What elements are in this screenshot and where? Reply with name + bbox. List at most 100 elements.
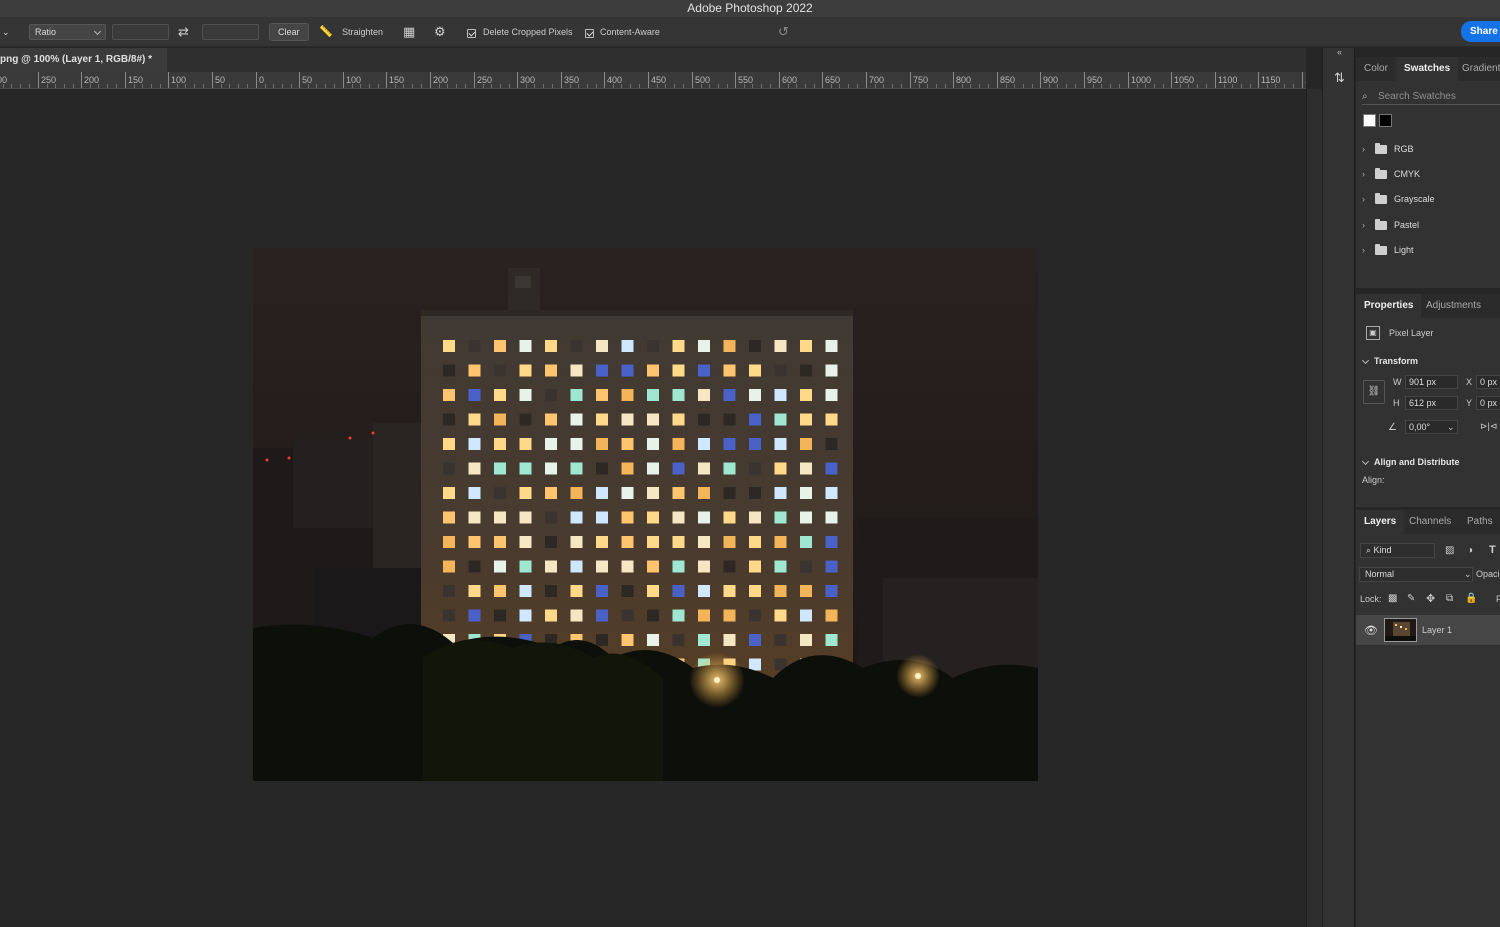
lock-artboard-icon[interactable]: ⧉: [1446, 593, 1453, 604]
recent-swatch-black[interactable]: [1379, 114, 1392, 127]
ratio-height-input[interactable]: [202, 24, 259, 40]
ruler-minor-tick: [1188, 84, 1189, 88]
building-window: [468, 413, 481, 426]
horizontal-ruler[interactable]: 0025020015010050050100150200250300350400…: [0, 72, 1306, 89]
filter-pixel-icon[interactable]: ▨: [1445, 545, 1454, 556]
building-window: [621, 438, 634, 450]
building-window: [698, 487, 710, 499]
ruler-minor-tick: [875, 84, 876, 88]
link-dimensions-icon[interactable]: ⛓: [1363, 380, 1385, 404]
tab-adjustments[interactable]: Adjustments: [1418, 294, 1489, 318]
layer-row[interactable]: 👁 Layer 1: [1356, 615, 1500, 645]
building-window: [825, 462, 838, 475]
tab-channels[interactable]: Channels: [1401, 510, 1459, 534]
angle-dropdown-chevron-icon[interactable]: ⌄: [1447, 422, 1455, 433]
height-field[interactable]: 612 px: [1405, 396, 1458, 410]
building-window: [596, 462, 608, 475]
tab-gradient[interactable]: Gradient: [1454, 57, 1500, 81]
building-window: [596, 413, 608, 426]
y-field[interactable]: 0 px: [1476, 396, 1500, 410]
building-window: [749, 634, 761, 646]
fill-label: F: [1496, 594, 1500, 604]
ruler-minor-tick: [1275, 84, 1276, 88]
ruler-minor-tick: [596, 84, 597, 88]
lock-position-move-icon[interactable]: ✥: [1426, 592, 1435, 605]
delete-cropped-pixels-checkbox[interactable]: [467, 29, 476, 38]
building-window: [698, 462, 710, 475]
ruler-minor-tick: [229, 84, 230, 88]
building-window: [774, 560, 787, 573]
building-window: [647, 609, 659, 622]
collapse-panels-icon[interactable]: «: [1323, 48, 1356, 57]
tab-paths[interactable]: Paths: [1459, 510, 1500, 534]
straighten-icon[interactable]: 📏: [319, 24, 333, 40]
layer-filter-kind-dropdown[interactable]: ⌕ Kind: [1360, 543, 1435, 558]
folder-icon: [1375, 219, 1387, 230]
swap-ratio-icon[interactable]: ⇄: [178, 24, 189, 40]
building-window: [774, 413, 787, 426]
tool-preset-chevron-icon[interactable]: ⌄: [2, 24, 10, 40]
building-window: [698, 634, 710, 646]
ruler-minor-tick: [3, 84, 4, 88]
lock-transparent-icon[interactable]: ▩: [1388, 593, 1397, 604]
layer-name[interactable]: Layer 1: [1422, 625, 1452, 635]
swatch-group-label: CMYK: [1394, 169, 1421, 179]
swatch-search-input[interactable]: ⌕ Search Swatches: [1362, 89, 1500, 105]
overlay-grid-icon[interactable]: ▦: [403, 24, 415, 40]
swatch-group-label: Grayscale: [1394, 194, 1435, 204]
crop-ratio-dropdown[interactable]: Ratio: [29, 24, 106, 40]
flip-horizontal-icon[interactable]: ⊳|⊲: [1480, 421, 1497, 432]
share-button[interactable]: Share: [1461, 21, 1500, 42]
lock-all-icon[interactable]: 🔒: [1465, 593, 1477, 604]
vertical-scrollbar[interactable]: [1306, 89, 1322, 927]
ruler-minor-tick: [814, 84, 815, 88]
building-window: [825, 389, 838, 401]
ruler-minor-tick: [761, 84, 762, 88]
filter-adjustment-icon[interactable]: ◑: [1467, 545, 1473, 556]
content-aware-checkbox[interactable]: [585, 29, 594, 38]
building-window: [519, 511, 532, 524]
tab-color[interactable]: Color: [1356, 57, 1396, 81]
lock-image-brush-icon[interactable]: ✎: [1407, 593, 1415, 604]
building-window: [749, 560, 761, 573]
align-label: Align:: [1362, 475, 1385, 485]
blend-mode-dropdown[interactable]: Normal: [1359, 567, 1473, 582]
document-image[interactable]: [253, 248, 1038, 781]
building-window: [468, 462, 481, 475]
building-window: [749, 462, 761, 475]
width-field[interactable]: 901 px: [1405, 375, 1458, 389]
crop-settings-gear-icon[interactable]: ⚙: [434, 24, 446, 40]
ruler-minor-tick: [73, 84, 74, 88]
filter-type-icon[interactable]: T: [1489, 544, 1496, 556]
building-window: [749, 658, 761, 671]
building-window: [800, 634, 812, 646]
straighten-label[interactable]: Straighten: [342, 24, 383, 40]
ruler-minor-tick: [665, 84, 666, 88]
ruler-minor-tick: [439, 84, 440, 88]
building-window: [494, 536, 506, 548]
align-distribute-section-toggle[interactable]: Align and Distribute: [1362, 457, 1460, 467]
content-aware-label[interactable]: Content-Aware: [600, 24, 660, 40]
document-tab-bar: png @ 100% (Layer 1, RGB/8#) *: [0, 48, 1306, 72]
document-tab[interactable]: png @ 100% (Layer 1, RGB/8#) *: [0, 48, 167, 72]
ruler-label: 1050: [1174, 75, 1195, 85]
tab-swatches[interactable]: Swatches: [1396, 57, 1459, 81]
ruler-tick: [1215, 72, 1216, 88]
tab-layers[interactable]: Layers: [1356, 510, 1405, 534]
delete-cropped-pixels-label[interactable]: Delete Cropped Pixels: [483, 24, 573, 40]
building-window: [621, 364, 634, 377]
reset-undo-icon[interactable]: ↺: [778, 24, 789, 40]
building-window: [621, 487, 634, 499]
x-field[interactable]: 0 px: [1476, 375, 1500, 389]
recent-swatch-white[interactable]: [1363, 114, 1376, 127]
clear-button[interactable]: Clear: [269, 23, 309, 41]
ratio-width-input[interactable]: [112, 24, 169, 40]
layer-visibility-eye-icon[interactable]: 👁: [1364, 624, 1378, 637]
tab-properties[interactable]: Properties: [1356, 294, 1422, 318]
transform-section-toggle[interactable]: Transform: [1362, 356, 1418, 366]
building-window: [621, 585, 634, 597]
building-window: [672, 585, 685, 597]
building-window: [800, 364, 812, 377]
panel-toggle-icon[interactable]: ⇅: [1328, 66, 1351, 89]
ruler-minor-tick: [1293, 84, 1294, 88]
